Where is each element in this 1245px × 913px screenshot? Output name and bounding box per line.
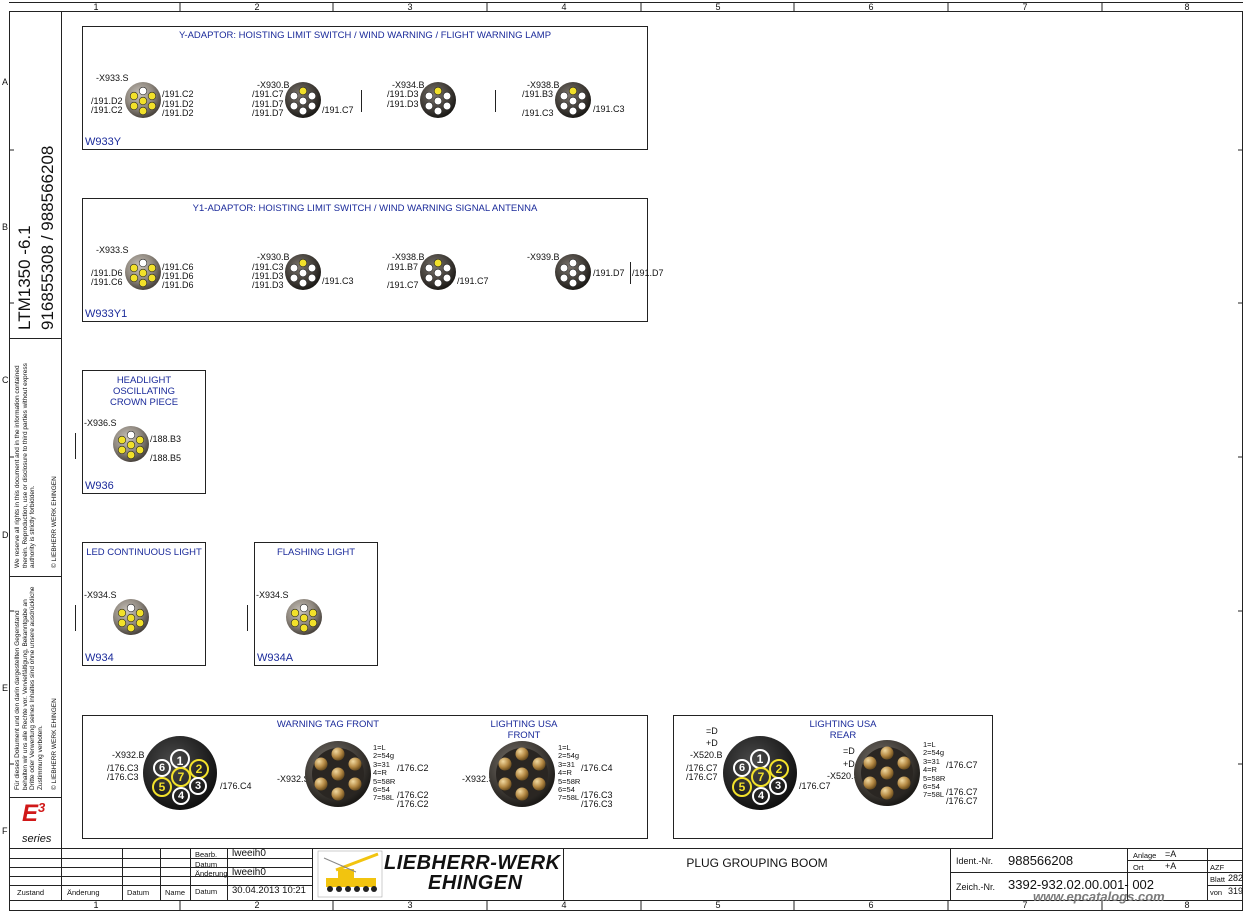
tb-blatt-label: Blatt: [1210, 875, 1226, 884]
connector-x934s-led: [113, 599, 149, 635]
company-location: EHINGEN: [428, 872, 523, 894]
tb-zeich-label: Zeich.-Nr.: [956, 882, 996, 892]
tb-ident-value: 988566208: [1008, 853, 1074, 868]
tb-aend: Änderung: [67, 888, 100, 897]
plug-pin: 6: [733, 759, 751, 777]
connector-x933s: [125, 82, 161, 118]
tb-name: Name: [165, 888, 186, 897]
plug-pin: 5: [152, 777, 172, 797]
plug-pin: 1: [750, 749, 770, 769]
watermark: www.epcatalogs.com: [1033, 889, 1165, 904]
tb-ort-value: +A: [1165, 861, 1177, 871]
plug-pin: 6: [153, 759, 171, 777]
plug-pin: 7: [171, 767, 191, 787]
connector-x936s: [113, 426, 149, 462]
socket-x932s-2: [489, 741, 555, 807]
tb-zustand: Zustand: [17, 888, 45, 897]
socket-x520s: [854, 740, 920, 806]
plug-pin: 5: [732, 777, 752, 797]
connector-x938b-y1: [420, 254, 456, 290]
tb-bearb-label: Bearb.: [195, 850, 218, 859]
connector-x930b-y1: [285, 254, 321, 290]
connector-x934s-flash: [286, 599, 322, 635]
connector-x933s-y1: [125, 254, 161, 290]
plug-pin: 4: [172, 787, 190, 805]
tb-ident-label: Ident.-Nr.: [956, 856, 994, 866]
tb-ort-label: Ort: [1133, 863, 1144, 872]
plug-pin: 1: [170, 749, 190, 769]
tb-anlage-value: =A: [1165, 849, 1177, 859]
plug-pin: 3: [769, 777, 787, 795]
tb-bearb-value: lweeih0: [232, 848, 266, 859]
tb-aenderung-label: Änderung: [195, 869, 228, 878]
tb-datum-label: Datum: [195, 860, 218, 869]
tb-von-value: 319: [1228, 886, 1244, 896]
tb-azf: AZF: [1210, 863, 1225, 872]
plug-pin: 2: [189, 759, 209, 779]
crane-logo: [317, 850, 383, 898]
tb-datum-label: Datum: [195, 887, 218, 896]
tb-datum-value: 30.04.2013 10:21: [232, 885, 306, 896]
connector-x938b: [555, 82, 591, 118]
socket-x932s-1: [305, 741, 371, 807]
tb-datum: Datum: [127, 888, 150, 897]
tb-anlage-label: Anlage: [1133, 851, 1157, 860]
drawing-title: PLUG GROUPING BOOM: [686, 856, 828, 870]
plug-pin: 4: [752, 787, 770, 805]
plug-pin: 2: [769, 759, 789, 779]
tb-von-label: von: [1210, 888, 1223, 897]
connector-x934b: [420, 82, 456, 118]
tb-blatt-value: 282: [1228, 873, 1244, 883]
connector-x939b: [555, 254, 591, 290]
plug-pin: 7: [751, 767, 771, 787]
plug-pin: 3: [189, 777, 207, 795]
connector-x930b: [285, 82, 321, 118]
tb-aenderung-value: lweeih0: [232, 867, 266, 878]
